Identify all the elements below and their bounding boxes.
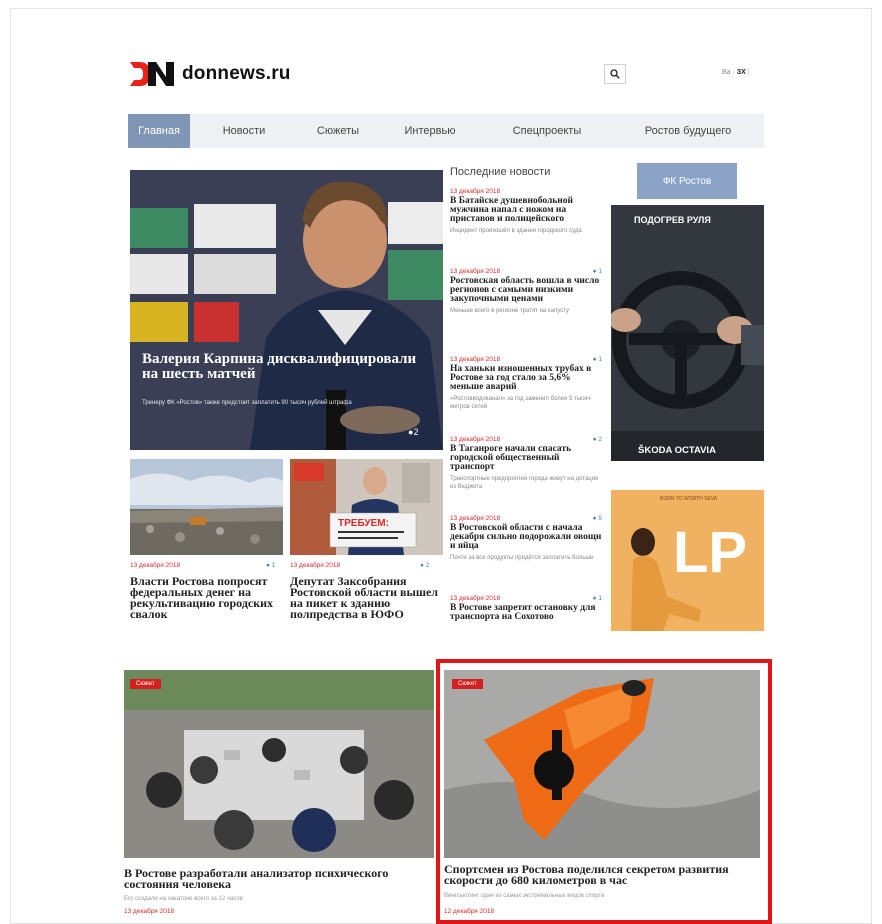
- card-title[interactable]: Власти Ростова попросят федеральных дене…: [130, 575, 282, 620]
- highlight-frame: [436, 659, 772, 924]
- news-date: 13 декабря 2018: [450, 356, 501, 363]
- nav-item-home[interactable]: Главная: [128, 114, 190, 148]
- card-comment-count: ● 1: [266, 562, 276, 569]
- nav-item-stories[interactable]: Сюжеты: [298, 114, 378, 148]
- lang-divider: |: [747, 69, 750, 76]
- latest-news-heading: Последние новости: [450, 166, 551, 178]
- story-lead: Его создали на хакатоне всего за 12 часо…: [124, 896, 243, 902]
- site-name[interactable]: donnews.ru: [182, 63, 291, 85]
- news-item[interactable]: 13 декабря 2018 ● 5 В Ростовской области…: [450, 515, 602, 562]
- news-lead: Меньше всего в регионе тратят на капусту: [450, 308, 570, 314]
- hero-comment-count: ●2: [408, 427, 419, 437]
- news-item[interactable]: 13 декабря 2018 ● 2 В Таганроге начали с…: [450, 436, 602, 491]
- skoda-ad-banner[interactable]: [611, 205, 764, 461]
- fk-rostov-button[interactable]: ФК Ростов: [637, 163, 737, 199]
- news-comment-count: ● 1: [592, 595, 602, 602]
- news-title[interactable]: В Таганроге начали спасать городской общ…: [450, 444, 602, 472]
- hero-title[interactable]: Валерия Карпина дисквалифицировали на ше…: [142, 352, 432, 382]
- news-title[interactable]: В Батайске душевнобольной мужчина напал …: [450, 196, 602, 224]
- news-comment-count: ● 1: [592, 268, 602, 275]
- lp-ad-photo: LP: [611, 490, 764, 631]
- news-item[interactable]: 13 декабря 2018 ● 1 На ханьки изношенных…: [450, 356, 602, 411]
- lang-prefix: Ba ·: [722, 69, 735, 76]
- ad-tagline: BORN TO WORTH SEVA: [660, 496, 718, 502]
- story-badge[interactable]: Сюжет: [130, 679, 161, 689]
- news-title[interactable]: В Ростовской области с начала декабря си…: [450, 523, 602, 551]
- news-lead: Транспортные предприятия города живут на…: [450, 476, 599, 490]
- news-title[interactable]: Ростовская область вошла в число регионо…: [450, 276, 602, 304]
- news-item[interactable]: 13 декабря 2018 ● 1 Ростовская область в…: [450, 268, 602, 315]
- news-lead: «Ростовводоканал» за год заменил более 5…: [450, 396, 591, 410]
- hero-subtitle: Тренеру ФК «Ростов» также предстоит запл…: [142, 400, 352, 406]
- protest-sign-text: ТРЕБУЕМ:: [338, 518, 389, 529]
- news-comment-count: ● 1: [592, 356, 602, 363]
- news-lead: Инцидент произошёл в здании городского с…: [450, 228, 582, 234]
- hero-photo: [130, 170, 443, 450]
- nav-item-interviews[interactable]: Интервью: [378, 114, 482, 148]
- hackathon-photo: [124, 670, 434, 858]
- lp-ad-banner[interactable]: LP: [611, 490, 764, 631]
- news-date: 13 декабря 2018: [450, 595, 501, 602]
- language-switch[interactable]: Ba · ЗХ |: [722, 69, 750, 76]
- news-lead: Почти за все продукты придётся заплатить…: [450, 555, 594, 561]
- news-date: 13 декабря 2018: [450, 436, 501, 443]
- landfill-photo: [130, 459, 283, 555]
- news-comment-count: ● 5: [592, 515, 602, 522]
- news-title[interactable]: На ханьки изношенных трубах в Ростове за…: [450, 364, 602, 392]
- nav-item-news[interactable]: Новости: [190, 114, 298, 148]
- picket-photo: ТРЕБУЕМ:: [290, 459, 443, 555]
- search-icon: [610, 69, 620, 79]
- lang-active[interactable]: ЗХ: [737, 69, 746, 76]
- ad-brand: ŠKODA OCTAVIA: [638, 445, 716, 456]
- ad-heading: ПОДОГРЕВ РУЛЯ: [634, 215, 711, 225]
- news-date: 13 декабря 2018: [450, 515, 501, 522]
- news-comment-count: ● 2: [592, 436, 602, 443]
- hero-image[interactable]: [130, 170, 443, 450]
- donnews-logo-icon[interactable]: [128, 60, 176, 88]
- card-comment-count: ● 2: [420, 562, 430, 569]
- news-date: 13 декабря 2018: [450, 268, 501, 275]
- card-image-picket[interactable]: ТРЕБУЕМ:: [290, 459, 443, 555]
- news-date: 13 декабря 2018: [450, 188, 501, 195]
- card-date: 13 декабря 2018: [130, 562, 181, 569]
- card-image-landfill[interactable]: [130, 459, 283, 555]
- search-button[interactable]: [604, 64, 626, 84]
- story-image-hackathon[interactable]: [124, 670, 434, 858]
- steering-wheel-photo: [611, 205, 764, 461]
- news-item[interactable]: 13 декабря 2018 ● 1 В Ростове запретят о…: [450, 595, 602, 622]
- news-item[interactable]: 13 декабря 2018 В Батайске душевнобольно…: [450, 188, 602, 235]
- card-date: 13 декабря 2018: [290, 562, 341, 569]
- card-title[interactable]: Депутат Заксобрания Ростовской области в…: [290, 575, 442, 620]
- lp-letters: LP: [673, 520, 747, 585]
- news-title[interactable]: В Ростове запретят остановку для транспо…: [450, 603, 602, 622]
- main-nav: Главная Новости Сюжеты Интервью Спецпрое…: [128, 114, 764, 148]
- nav-item-rostov-future[interactable]: Ростов будущего: [612, 114, 764, 148]
- story-date: 13 декабря 2018: [124, 908, 175, 915]
- nav-item-special[interactable]: Спецпроекты: [482, 114, 612, 148]
- story-title[interactable]: В Ростове разработали анализатор психиче…: [124, 867, 424, 890]
